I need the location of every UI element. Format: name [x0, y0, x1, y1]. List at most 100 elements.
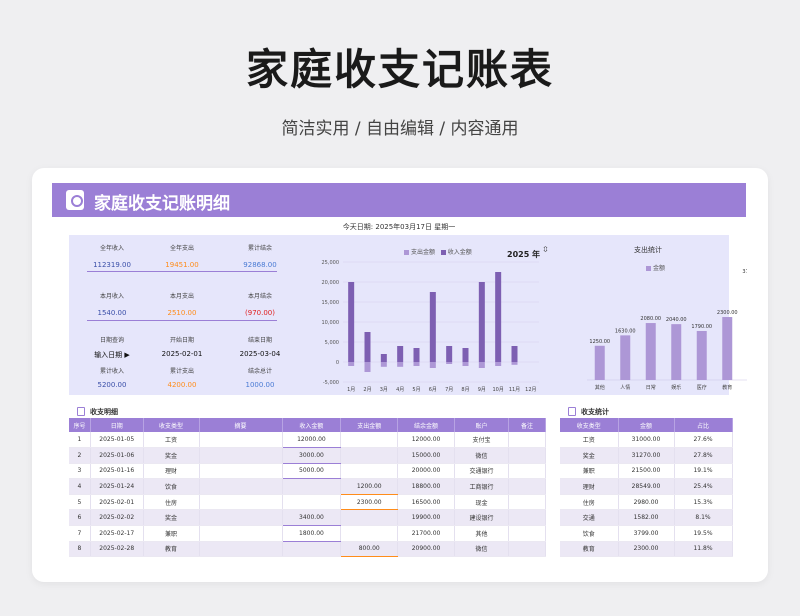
table-cell[interactable]: 工资	[143, 432, 200, 449]
column-header[interactable]: 日期	[90, 418, 144, 432]
table-cell[interactable]: 15.3%	[674, 494, 733, 511]
table-cell[interactable]: 2025-01-16	[90, 463, 144, 480]
table-cell[interactable]: 2025-01-05	[90, 432, 144, 449]
kpi-value[interactable]: (970.00)	[225, 309, 295, 317]
table-cell[interactable]: 12000.00	[397, 432, 455, 449]
table-cell[interactable]: 1800.00	[282, 525, 342, 542]
table-cell[interactable]: 工商银行	[454, 478, 510, 495]
table-cell[interactable]	[199, 541, 283, 558]
table-cell[interactable]	[340, 447, 399, 464]
table-cell[interactable]: 建设银行	[454, 509, 510, 527]
column-header[interactable]: 摘要	[199, 418, 283, 432]
table-cell[interactable]: 教育	[560, 541, 619, 558]
table-cell[interactable]: 交通银行	[454, 463, 510, 480]
table-cell[interactable]: 25.4%	[674, 478, 733, 495]
column-header[interactable]: 收入金额	[282, 418, 342, 432]
table-cell[interactable]: 8.1%	[674, 509, 733, 527]
table-cell[interactable]: 20900.00	[397, 541, 455, 558]
table-cell[interactable]	[340, 463, 399, 480]
table-cell[interactable]: 教育	[143, 541, 200, 558]
table-cell[interactable]	[199, 525, 283, 542]
table-cell[interactable]: 2025-02-01	[90, 494, 144, 511]
table-cell[interactable]	[340, 509, 399, 527]
table-cell[interactable]: 27.8%	[674, 447, 733, 464]
table-cell[interactable]: 其他	[454, 525, 510, 542]
start-date-input[interactable]: 2025-02-01	[147, 350, 217, 358]
table-cell[interactable]: 2300.00	[340, 494, 399, 511]
table-cell[interactable]: 19.5%	[674, 525, 733, 542]
table-cell[interactable]: 现金	[454, 494, 510, 511]
table-cell[interactable]: 18800.00	[397, 478, 455, 495]
table-cell[interactable]	[340, 525, 399, 542]
date-input-trigger[interactable]: 输入日期 ▶	[77, 350, 147, 360]
column-header[interactable]: 收支类型	[560, 418, 619, 432]
table-cell[interactable]: 饮食	[560, 525, 619, 542]
table-cell[interactable]: 住房	[560, 494, 619, 511]
table-cell[interactable]: 3799.00	[618, 525, 675, 542]
table-cell[interactable]	[340, 432, 399, 449]
table-cell[interactable]: 奖金	[143, 447, 200, 464]
table-cell[interactable]: 19.1%	[674, 463, 733, 480]
table-cell[interactable]: 11.8%	[674, 541, 733, 558]
kpi-value[interactable]: 4200.00	[147, 381, 217, 389]
table-cell[interactable]: 31270.00	[618, 447, 675, 464]
table-cell[interactable]: 2	[69, 447, 91, 464]
table-cell[interactable]: 5	[69, 494, 91, 511]
table-cell[interactable]: 28549.00	[618, 478, 675, 495]
table-cell[interactable]: 12000.00	[282, 432, 342, 449]
table-cell[interactable]	[199, 509, 283, 527]
table-cell[interactable]: 15000.00	[397, 447, 455, 464]
table-cell[interactable]	[508, 509, 546, 527]
table-cell[interactable]: 21500.00	[618, 463, 675, 480]
column-header[interactable]: 备注	[508, 418, 546, 432]
table-cell[interactable]: 3	[69, 463, 91, 480]
table-cell[interactable]	[282, 494, 342, 511]
table-cell[interactable]: 5000.00	[282, 463, 342, 480]
table-cell[interactable]: 21700.00	[397, 525, 455, 542]
kpi-value[interactable]: 112319.00	[77, 261, 147, 269]
end-date-input[interactable]: 2025-03-04	[225, 350, 295, 358]
spinner-icon[interactable]: ⇳	[542, 245, 549, 254]
table-cell[interactable]: 交通	[560, 509, 619, 527]
table-cell[interactable]: 19900.00	[397, 509, 455, 527]
table-cell[interactable]: 住房	[143, 494, 200, 511]
table-cell[interactable]: 2025-01-06	[90, 447, 144, 464]
table-cell[interactable]: 兼职	[143, 525, 200, 542]
table-cell[interactable]	[199, 478, 283, 495]
table-cell[interactable]: 27.6%	[674, 432, 733, 449]
column-header[interactable]: 账户	[454, 418, 510, 432]
table-cell[interactable]	[282, 478, 342, 495]
column-header[interactable]: 结余金额	[397, 418, 455, 432]
table-cell[interactable]	[508, 432, 546, 449]
table-cell[interactable]: 20000.00	[397, 463, 455, 480]
table-cell[interactable]	[199, 447, 283, 464]
kpi-value[interactable]: 19451.00	[147, 261, 217, 269]
table-cell[interactable]: 1200.00	[340, 478, 399, 495]
table-cell[interactable]: 2980.00	[618, 494, 675, 511]
table-cell[interactable]: 奖金	[560, 447, 619, 464]
column-header[interactable]: 支出金额	[340, 418, 399, 432]
table-cell[interactable]	[199, 432, 283, 449]
table-cell[interactable]: 兼职	[560, 463, 619, 480]
table-cell[interactable]	[508, 494, 546, 511]
table-cell[interactable]: 工资	[560, 432, 619, 449]
table-cell[interactable]	[199, 463, 283, 480]
table-cell[interactable]: 微信	[454, 447, 510, 464]
table-cell[interactable]: 31000.00	[618, 432, 675, 449]
table-cell[interactable]: 3000.00	[282, 447, 342, 464]
table-cell[interactable]	[508, 463, 546, 480]
table-cell[interactable]: 2025-02-28	[90, 541, 144, 558]
table-cell[interactable]: 1582.00	[618, 509, 675, 527]
column-header[interactable]: 金额	[618, 418, 675, 432]
table-cell[interactable]: 8	[69, 541, 91, 558]
table-cell[interactable]	[508, 447, 546, 464]
table-cell[interactable]: 2025-02-02	[90, 509, 144, 527]
table-cell[interactable]: 800.00	[340, 541, 399, 558]
table-cell[interactable]	[508, 478, 546, 495]
column-header[interactable]: 收支类型	[143, 418, 200, 432]
table-cell[interactable]: 4	[69, 478, 91, 495]
kpi-value[interactable]: 92868.00	[225, 261, 295, 269]
table-cell[interactable]	[282, 541, 342, 558]
table-cell[interactable]	[199, 494, 283, 511]
table-cell[interactable]	[508, 541, 546, 558]
